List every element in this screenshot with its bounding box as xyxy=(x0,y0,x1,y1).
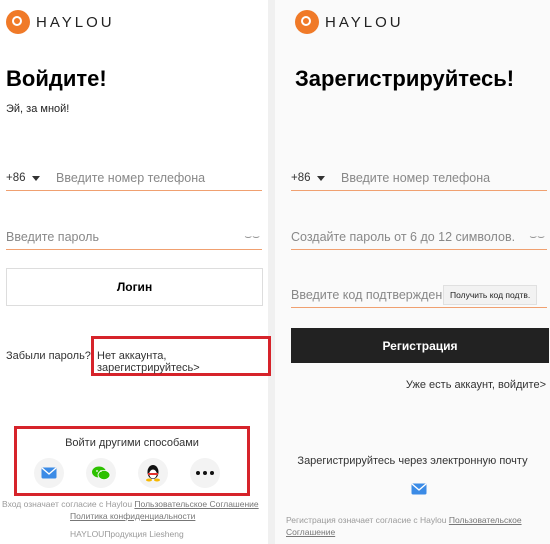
login-agreement-prefix: Вход означает согласие с Haylou xyxy=(2,499,133,509)
register-phone-field[interactable]: +86 Введите номер телефона xyxy=(291,166,547,191)
social-login-icons xyxy=(34,458,220,488)
country-code-select[interactable]: +86 xyxy=(6,172,50,184)
password-input-placeholder: Введите пароль xyxy=(6,230,99,244)
privacy-policy-link[interactable]: Политика конфиденциальности xyxy=(70,510,195,522)
register-button[interactable]: Регистрация xyxy=(291,328,549,363)
register-link[interactable]: Нет аккаунта, зарегистрируйтесь> xyxy=(97,350,268,374)
haylou-logo: HAYLOU xyxy=(295,10,404,34)
privacy-policy-text: Политика конфиденциальности xyxy=(70,511,196,521)
login-agreement: Вход означает согласие с Haylou Пользова… xyxy=(2,498,268,510)
register-title: Зарегистрируйтесь! xyxy=(295,66,515,91)
haylou-logo-icon xyxy=(295,10,319,34)
register-password-field[interactable]: Создайте пароль от 6 до 12 символов. ⌣⌣ xyxy=(291,225,547,250)
eye-closed-icon[interactable]: ⌣⌣ xyxy=(529,229,545,244)
login-footer: HAYLOUПродукция Liesheng xyxy=(70,529,184,539)
register-password-placeholder: Создайте пароль от 6 до 12 символов. xyxy=(291,230,516,244)
more-icon[interactable] xyxy=(190,458,220,488)
country-code-select[interactable]: +86 xyxy=(291,172,335,184)
register-email-label[interactable]: Зарегистрируйтесь через электронную почт… xyxy=(275,455,550,467)
qq-icon[interactable] xyxy=(138,458,168,488)
brand-name: HAYLOU xyxy=(36,13,115,31)
user-agreement-link[interactable]: Пользовательское Соглашение xyxy=(134,499,258,509)
phone-input-placeholder: Введите номер телефона xyxy=(56,171,206,185)
login-title: Войдите! xyxy=(6,66,107,91)
chevron-down-icon xyxy=(31,175,40,181)
password-field[interactable]: Введите пароль ⌣⌣ xyxy=(6,225,262,250)
register-agreement-prefix: Регистрация означает согласие с Haylou xyxy=(286,515,447,525)
login-link[interactable]: Уже есть аккаунт, войдите> xyxy=(406,379,546,391)
phone-field[interactable]: +86 Введите номер телефона xyxy=(6,166,262,191)
panel-divider xyxy=(268,0,275,544)
eye-closed-icon[interactable]: ⌣⌣ xyxy=(244,229,260,244)
wechat-icon[interactable] xyxy=(86,458,116,488)
haylou-logo-icon xyxy=(6,10,30,34)
mail-icon[interactable] xyxy=(411,482,427,500)
register-phone-placeholder: Введите номер телефона xyxy=(341,171,491,185)
get-code-button[interactable]: Получить код подтв. xyxy=(443,285,538,305)
login-panel: HAYLOU Войдите! Эй, за мной! +86 Введите… xyxy=(0,0,271,544)
country-code: +86 xyxy=(291,172,311,184)
verification-code-placeholder: Введите код подтверждения xyxy=(291,288,456,302)
other-methods-label: Войти другими способами xyxy=(65,437,199,449)
mail-icon[interactable] xyxy=(34,458,64,488)
register-panel: HAYLOU Зарегистрируйтесь! +86 Введите но… xyxy=(275,0,550,544)
register-agreement: Регистрация означает согласие с Haylou П… xyxy=(286,514,548,538)
haylou-logo: HAYLOU xyxy=(6,10,115,34)
login-button[interactable]: Логин xyxy=(6,268,263,306)
country-code: +86 xyxy=(6,172,26,184)
forgot-password-link[interactable]: Забыли пароль? xyxy=(6,350,91,362)
chevron-down-icon xyxy=(316,175,325,181)
brand-name: HAYLOU xyxy=(325,13,404,31)
login-subtitle: Эй, за мной! xyxy=(6,103,70,115)
